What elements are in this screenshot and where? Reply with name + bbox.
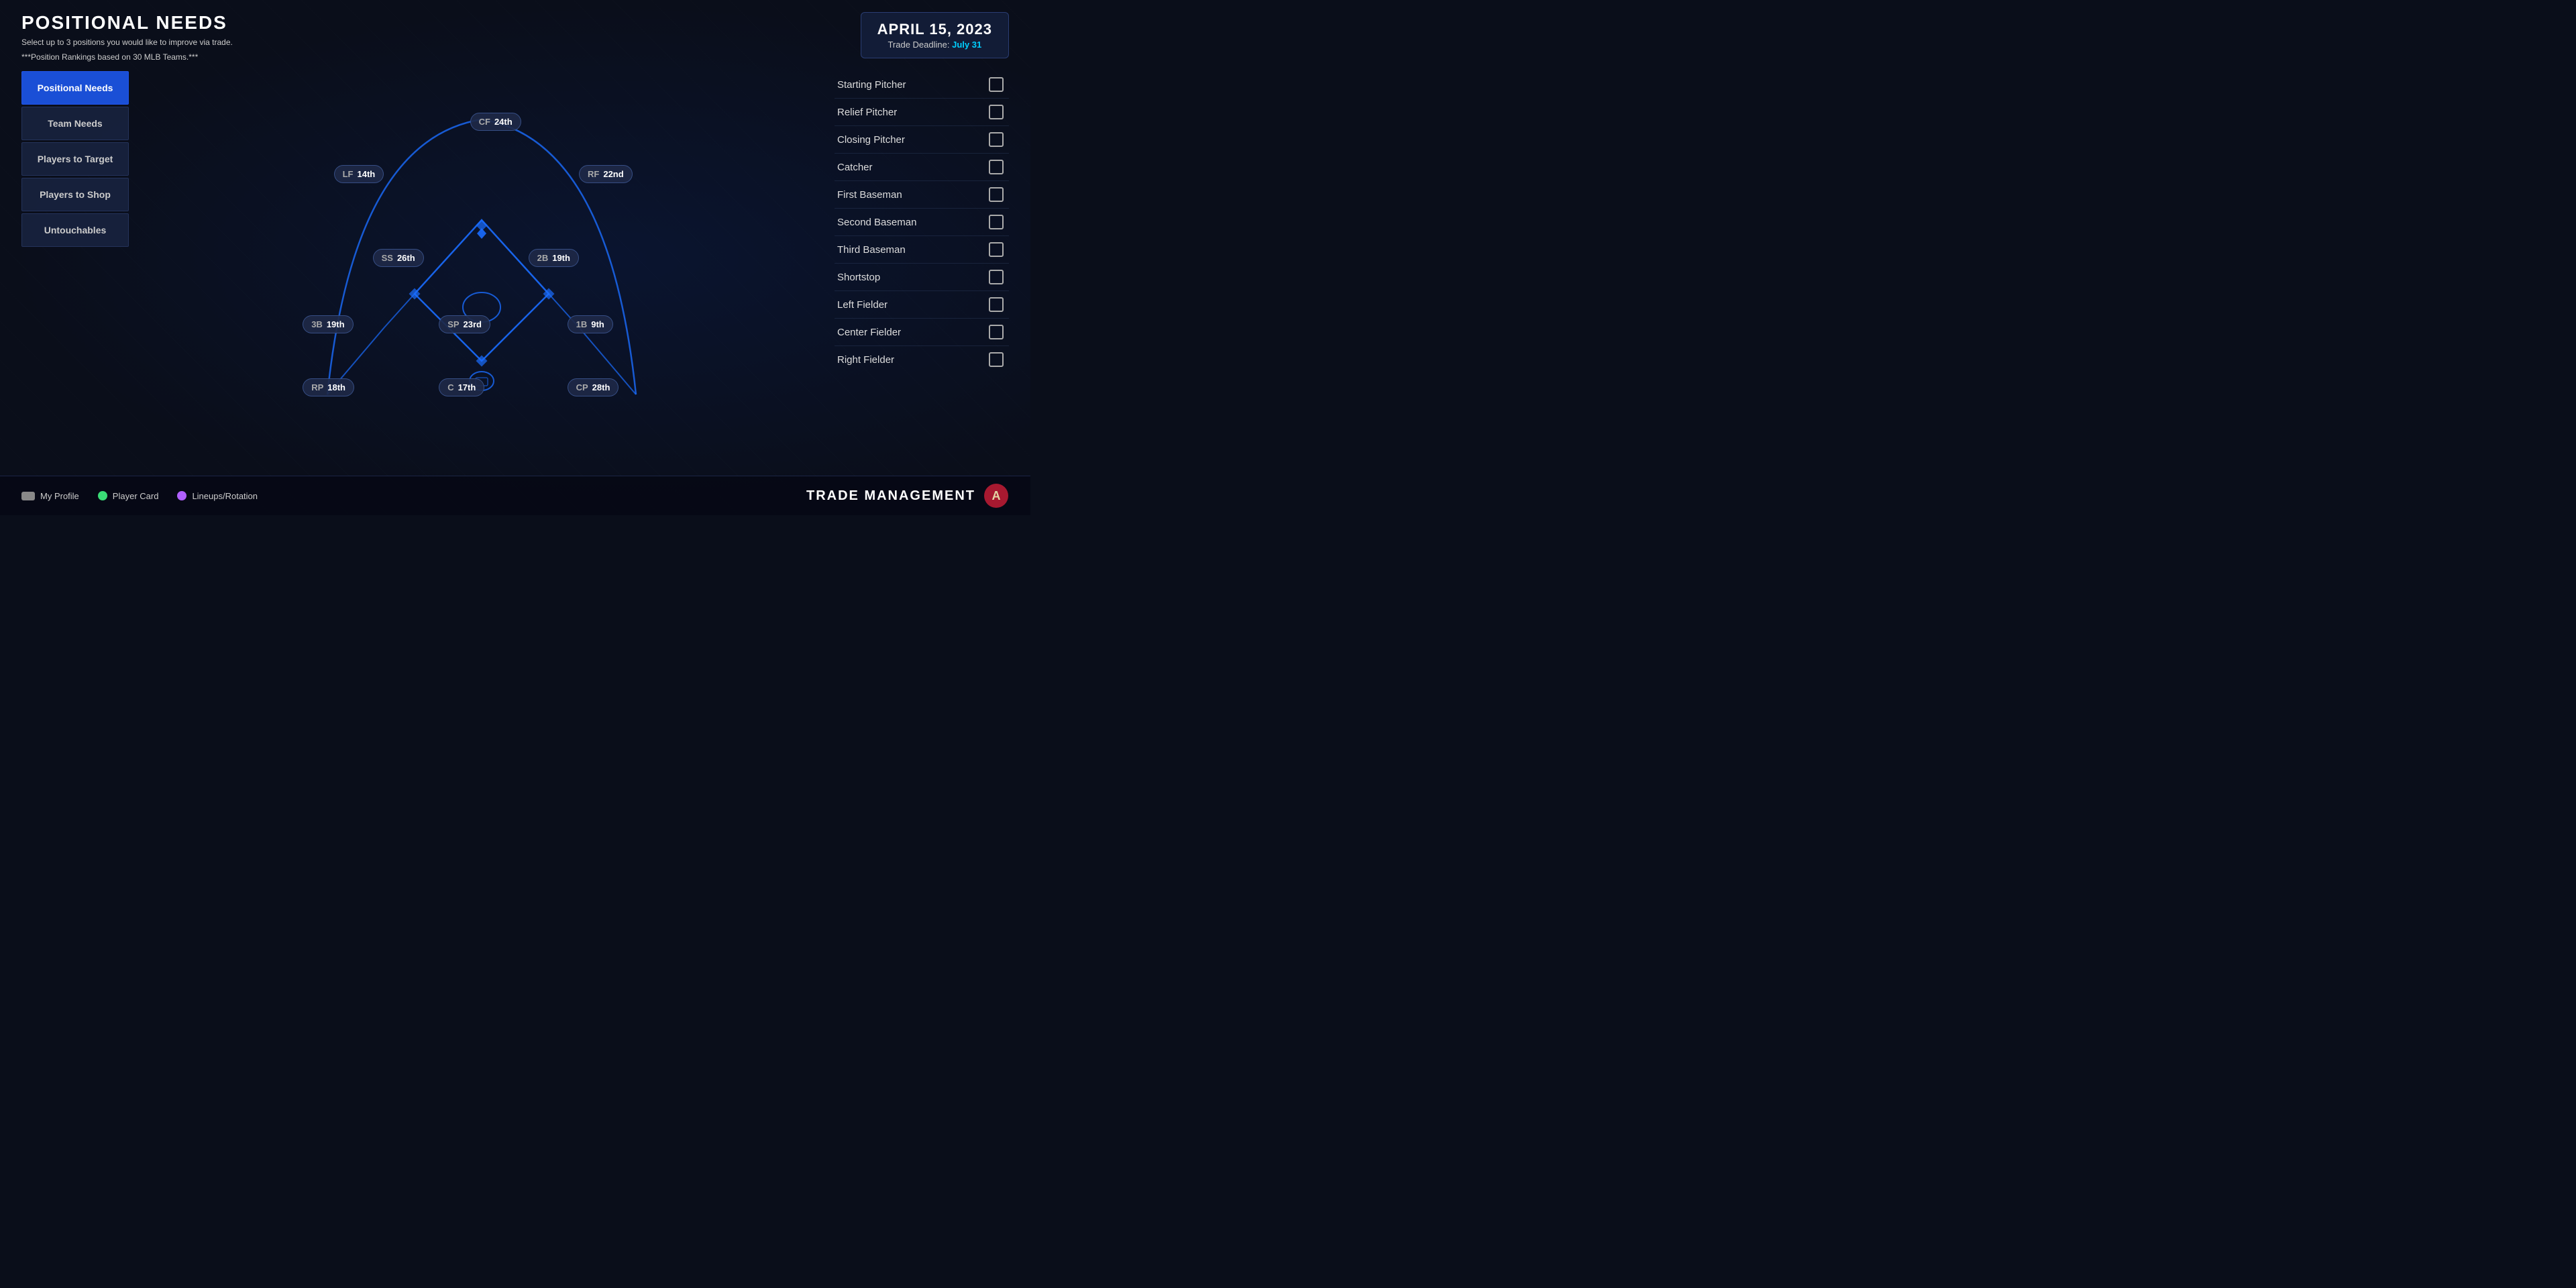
position-row-center-fielder[interactable]: Center Fielder	[835, 319, 1009, 346]
subtitle2: ***Position Rankings based on 30 MLB Tea…	[21, 51, 233, 63]
position-row-second-baseman[interactable]: Second Baseman	[835, 209, 1009, 236]
current-date: APRIL 15, 2023	[877, 21, 992, 38]
footer-nav-label-my-profile: My Profile	[40, 491, 79, 501]
footer-nav: My Profile Player Card Lineups/Rotation	[21, 491, 258, 501]
position-badge-lf: LF14th	[334, 165, 384, 183]
checkbox-closing-pitcher[interactable]	[989, 132, 1004, 147]
sidebar-item-team-needs[interactable]: Team Needs	[21, 107, 129, 140]
position-row-catcher[interactable]: Catcher	[835, 154, 1009, 181]
position-label-starting-pitcher: Starting Pitcher	[837, 79, 906, 91]
checkbox-catcher[interactable]	[989, 160, 1004, 174]
right-panel: Starting Pitcher Relief Pitcher Closing …	[835, 71, 1009, 476]
checkbox-left-fielder[interactable]	[989, 297, 1004, 312]
footer-right: TRADE MANAGEMENT A	[806, 483, 1009, 508]
checkbox-first-baseman[interactable]	[989, 187, 1004, 202]
subtitle1: Select up to 3 positions you would like …	[21, 36, 233, 48]
position-label-first-baseman: First Baseman	[837, 189, 902, 201]
trade-deadline: Trade Deadline: July 31	[877, 40, 992, 50]
position-label-second-baseman: Second Baseman	[837, 217, 916, 228]
position-badge-2b: 2B19th	[529, 249, 579, 267]
footer-nav-lineups-rotation[interactable]: Lineups/Rotation	[177, 491, 258, 501]
position-label-closing-pitcher: Closing Pitcher	[837, 134, 905, 146]
checkbox-third-baseman[interactable]	[989, 242, 1004, 257]
position-badge-3b: 3B19th	[303, 315, 353, 333]
team-logo: A	[983, 483, 1009, 508]
main-content: Positional NeedsTeam NeedsPlayers to Tar…	[0, 71, 1030, 476]
position-row-right-fielder[interactable]: Right Fielder	[835, 346, 1009, 373]
svg-text:A: A	[992, 489, 1001, 502]
position-badge-sp: SP23rd	[439, 315, 490, 333]
checkbox-second-baseman[interactable]	[989, 215, 1004, 229]
position-label-catcher: Catcher	[837, 162, 873, 173]
position-badge-ss: SS26th	[373, 249, 424, 267]
position-label-third-baseman: Third Baseman	[837, 244, 906, 256]
position-badge-cp: CP28th	[568, 378, 619, 396]
position-label-center-fielder: Center Fielder	[837, 327, 901, 338]
footer-nav-player-card[interactable]: Player Card	[98, 491, 159, 501]
position-row-closing-pitcher[interactable]: Closing Pitcher	[835, 126, 1009, 154]
position-row-shortstop[interactable]: Shortstop	[835, 264, 1009, 291]
position-label-shortstop: Shortstop	[837, 272, 880, 283]
field-area: CF24th LF14th RF22nd SS26th 2B19th 3B19th SP23…	[140, 71, 824, 476]
checkbox-shortstop[interactable]	[989, 270, 1004, 284]
footer-nav-my-profile[interactable]: My Profile	[21, 491, 79, 501]
position-badge-c: C17th	[439, 378, 484, 396]
trade-management-label: TRADE MANAGEMENT	[806, 488, 975, 504]
deadline-label: Trade Deadline:	[888, 40, 949, 50]
checkbox-right-fielder[interactable]	[989, 352, 1004, 367]
footer-nav-label-player-card: Player Card	[113, 491, 159, 501]
position-badge-cf: CF24th	[470, 113, 521, 131]
position-label-left-fielder: Left Fielder	[837, 299, 888, 311]
sidebar-item-untouchables[interactable]: Untouchables	[21, 213, 129, 247]
footer: My Profile Player Card Lineups/Rotation TR…	[0, 476, 1030, 515]
position-badge-rf: RF22nd	[579, 165, 633, 183]
position-row-first-baseman[interactable]: First Baseman	[835, 181, 1009, 209]
sidebar-item-players-to-shop[interactable]: Players to Shop	[21, 178, 129, 211]
header-left: POSITIONAL NEEDS Select up to 3 position…	[21, 12, 233, 63]
position-label-right-fielder: Right Fielder	[837, 354, 894, 366]
header: POSITIONAL NEEDS Select up to 3 position…	[0, 0, 1030, 71]
position-row-left-fielder[interactable]: Left Fielder	[835, 291, 1009, 319]
checkbox-starting-pitcher[interactable]	[989, 77, 1004, 92]
position-row-starting-pitcher[interactable]: Starting Pitcher	[835, 71, 1009, 99]
position-row-relief-pitcher[interactable]: Relief Pitcher	[835, 99, 1009, 126]
header-right: APRIL 15, 2023 Trade Deadline: July 31	[861, 12, 1009, 58]
checkbox-relief-pitcher[interactable]	[989, 105, 1004, 119]
sidebar: Positional NeedsTeam NeedsPlayers to Tar…	[21, 71, 129, 476]
sidebar-item-players-to-target[interactable]: Players to Target	[21, 142, 129, 176]
field-diagram: CF24th LF14th RF22nd SS26th 2B19th 3B19th SP23…	[287, 99, 676, 448]
position-row-third-baseman[interactable]: Third Baseman	[835, 236, 1009, 264]
position-badge-rp: RP18th	[303, 378, 354, 396]
footer-nav-label-lineups-rotation: Lineups/Rotation	[192, 491, 258, 501]
page-title: POSITIONAL NEEDS	[21, 12, 233, 34]
position-label-relief-pitcher: Relief Pitcher	[837, 107, 897, 118]
checkbox-center-fielder[interactable]	[989, 325, 1004, 339]
deadline-date: July 31	[952, 40, 981, 50]
sidebar-item-positional-needs[interactable]: Positional Needs	[21, 71, 129, 105]
position-badge-1b: 1B9th	[568, 315, 613, 333]
